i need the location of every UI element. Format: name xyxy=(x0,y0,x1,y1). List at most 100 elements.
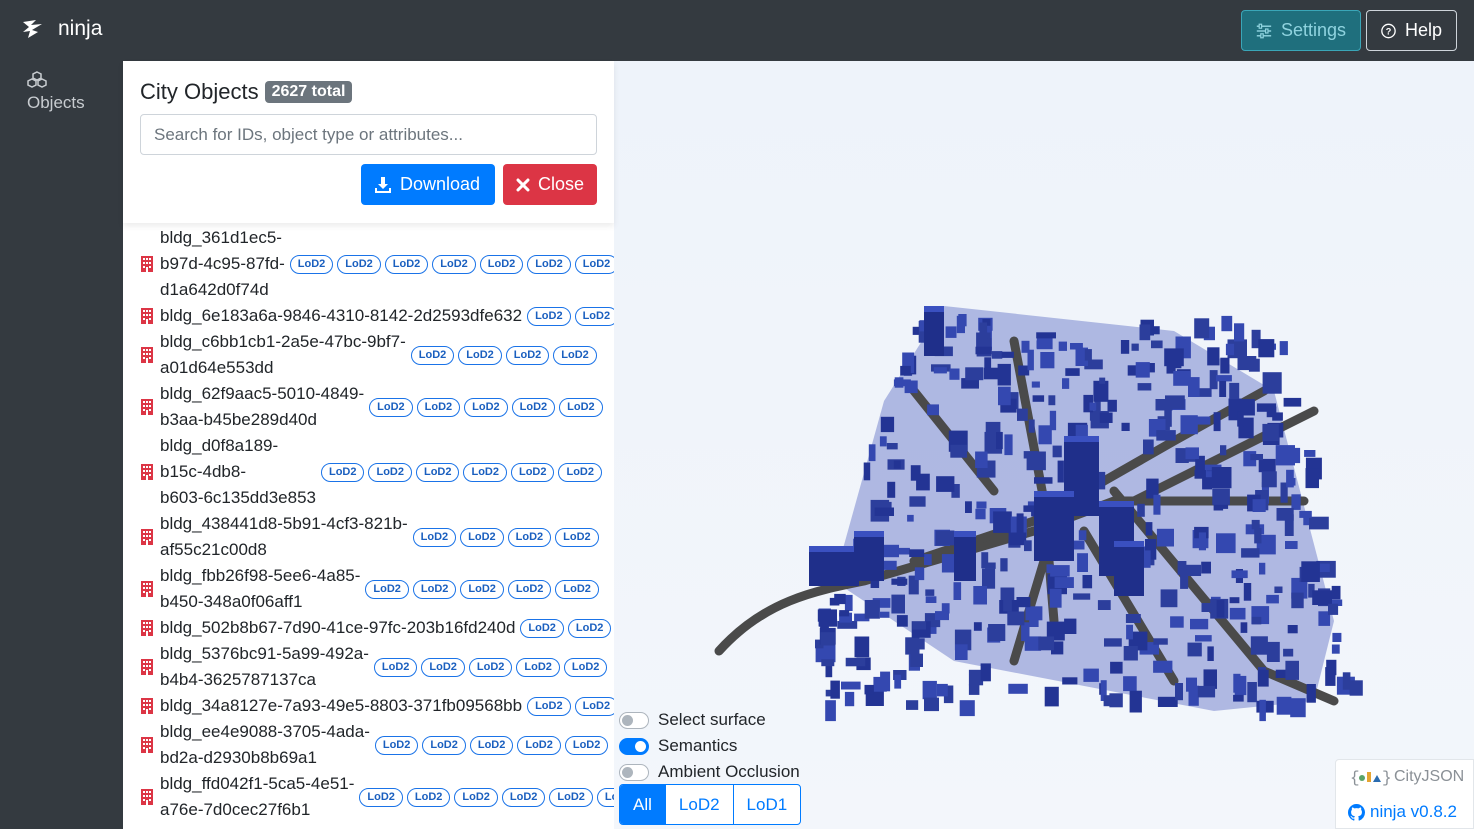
building xyxy=(1082,575,1093,589)
lod-badge: LoD2 xyxy=(415,462,460,482)
building xyxy=(1099,412,1113,423)
building xyxy=(1283,648,1294,657)
building xyxy=(1097,600,1111,610)
building xyxy=(1195,635,1212,642)
credits-box: { } CityJSON ninja v0.8.2 xyxy=(1335,759,1474,829)
lod-badge: LoD2 xyxy=(410,345,455,365)
toggle-select-surface[interactable]: Select surface xyxy=(619,707,800,733)
object-id: bldg_ffd042f1-5ca5-4e51- a76e-7d0cec27f6b… xyxy=(160,771,354,823)
object-id-line: bldg_5376bc91-5a99-492a- xyxy=(160,644,369,663)
building xyxy=(1036,332,1056,339)
building xyxy=(953,582,962,600)
building xyxy=(1001,351,1014,358)
building xyxy=(1220,445,1227,456)
toggle-semantics[interactable]: Semantics xyxy=(619,733,800,759)
list-item[interactable]: bldg_34a8127e-7a93-49e5-8803-371fb09568b… xyxy=(140,693,614,719)
building xyxy=(1290,698,1306,718)
brand[interactable]: ninja xyxy=(20,16,102,42)
building xyxy=(1194,318,1210,339)
building xyxy=(1213,412,1221,432)
object-id: bldg_6e183a6a-9846-4310-8142-2d2593dfe63… xyxy=(160,303,522,329)
building xyxy=(1110,661,1123,674)
building xyxy=(1262,372,1282,394)
help-button[interactable]: ? Help xyxy=(1366,10,1457,51)
building xyxy=(1156,528,1174,547)
list-item[interactable]: bldg_5376bc91-5a99-492a-b4b4-3625787137c… xyxy=(140,641,614,693)
sidebar-item-objects[interactable]: Objects xyxy=(0,71,123,113)
object-id: bldg_d0f8a189- b15c-4db8- b603-6c135dd3e85… xyxy=(160,433,316,511)
list-item[interactable]: bldg_ffd042f1-5ca5-4e51- a76e-7d0cec27f6b… xyxy=(140,771,614,823)
lod-filter-lod2[interactable]: LoD2 xyxy=(664,785,733,824)
list-item[interactable]: bldg_fbb26f98-5ee6-4a85- b450-348a0f06aff… xyxy=(140,563,614,615)
tower-building xyxy=(854,531,884,581)
lod-filter-lod1[interactable]: LoD1 xyxy=(732,785,801,824)
building xyxy=(1137,503,1145,517)
lod-badge: LoD2 xyxy=(412,527,457,547)
building xyxy=(950,444,968,458)
close-button[interactable]: Close xyxy=(503,164,597,205)
building xyxy=(988,624,1006,641)
building-icon xyxy=(141,464,153,480)
building xyxy=(1312,590,1332,605)
list-item[interactable]: bldg_62f9aac5-5010-4849- b3aa-b45be289d40… xyxy=(140,381,614,433)
building xyxy=(1109,693,1123,708)
tower-roof xyxy=(954,531,976,537)
building xyxy=(1279,341,1288,356)
search-input[interactable] xyxy=(140,114,597,155)
building xyxy=(1093,380,1109,402)
toggle-ambient-occlusion[interactable]: Ambient Occlusion xyxy=(619,759,800,785)
building xyxy=(879,611,890,618)
version-link[interactable]: ninja v0.8.2 xyxy=(1348,802,1457,822)
lod-filter-all[interactable]: All xyxy=(620,785,665,824)
building xyxy=(1219,381,1227,397)
list-item[interactable]: bldg_502b8b67-7d90-41ce-97fc-203b16fd240… xyxy=(140,615,614,641)
building xyxy=(1153,326,1160,335)
building xyxy=(955,644,968,660)
building xyxy=(1050,565,1070,577)
building xyxy=(1062,378,1070,389)
viewer-toggles: Select surface Semantics Ambient Occlusi… xyxy=(619,707,800,785)
settings-button[interactable]: Settings xyxy=(1241,10,1361,51)
list-item[interactable]: bldg_6e183a6a-9846-4310-8142-2d2593dfe63… xyxy=(140,303,614,329)
help-label: Help xyxy=(1404,20,1442,40)
building-icon xyxy=(141,256,153,272)
download-button[interactable]: Download xyxy=(361,164,495,205)
building xyxy=(1073,593,1091,600)
select-surface-switch[interactable] xyxy=(619,711,649,729)
toggle-label: Semantics xyxy=(658,736,738,755)
tower-roof xyxy=(809,546,859,552)
object-list[interactable]: bldg_361d1ec5- b97d-4c95-87fd-d1a642d0f74… xyxy=(123,223,614,829)
building xyxy=(893,460,901,469)
lod-badge: LoD2 xyxy=(553,345,597,365)
building xyxy=(936,476,955,492)
building xyxy=(1077,553,1088,572)
building xyxy=(1186,677,1197,692)
object-id-line: b450-348a0f06aff1 xyxy=(160,592,303,611)
lod-badge: LoD2 xyxy=(507,527,552,547)
building xyxy=(1089,402,1097,411)
building xyxy=(1285,660,1299,680)
list-item[interactable]: bldg_ee4e9088-3705-4ada-bd2a-d2930b8b69a… xyxy=(140,719,614,771)
list-item[interactable]: bldg_c6bb1cb1-2a5e-47bc-9bf7- a01d64e553d… xyxy=(140,329,614,381)
object-id-line: bldg_502b8b67-7d90-41ce-97fc-203b16fd240… xyxy=(160,618,516,637)
building xyxy=(909,496,926,507)
building xyxy=(1000,558,1008,572)
lod-badge: LoD2 xyxy=(527,254,571,274)
building xyxy=(1331,585,1341,600)
list-item[interactable]: bldg_d0f8a189- b15c-4db8- b603-6c135dd3e85… xyxy=(140,433,614,511)
building xyxy=(965,367,984,381)
building xyxy=(1107,399,1117,412)
building xyxy=(1207,646,1214,661)
semantics-switch[interactable] xyxy=(619,737,649,755)
ambient-occlusion-switch[interactable] xyxy=(619,763,649,781)
building xyxy=(1145,522,1153,536)
download-icon xyxy=(375,176,391,193)
building xyxy=(1250,454,1263,461)
building xyxy=(1207,347,1220,366)
list-item[interactable]: bldg_361d1ec5- b97d-4c95-87fd-d1a642d0f74… xyxy=(140,225,614,303)
building xyxy=(1198,532,1206,551)
building xyxy=(965,501,972,513)
list-item[interactable]: bldg_438441d8-5b91-4cf3-821b-af55c21c00d… xyxy=(140,511,614,563)
cityjson-logo[interactable]: { } CityJSON xyxy=(1350,768,1464,786)
lod-badge: LoD2 xyxy=(511,397,556,417)
